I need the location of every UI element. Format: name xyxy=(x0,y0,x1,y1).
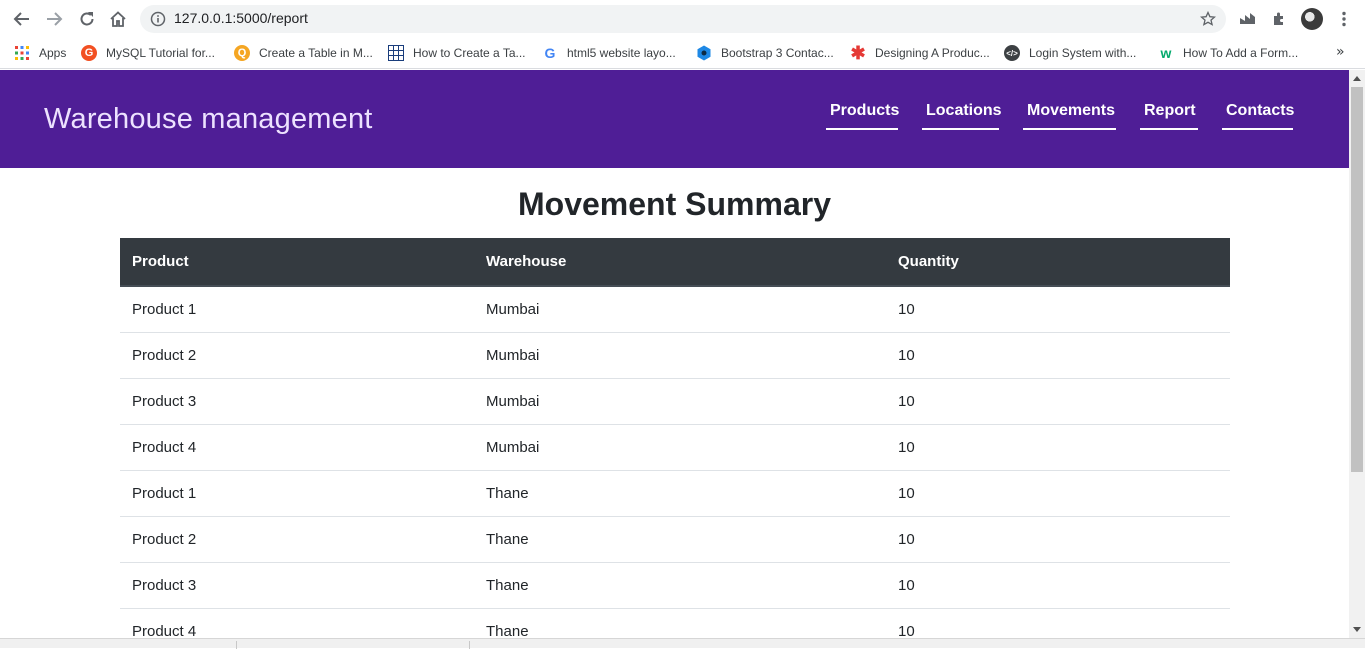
bookmark-bootstrap-contact[interactable]: Bootstrap 3 Contac... xyxy=(696,42,834,64)
cell-warehouse: Mumbai xyxy=(474,423,886,470)
cell-product: Product 1 xyxy=(120,469,474,516)
asterisk-icon: ✱ xyxy=(850,42,866,63)
nav-movements[interactable]: Movements xyxy=(1023,102,1116,130)
bookmark-label: How to Create a Ta... xyxy=(413,46,526,60)
site-brand[interactable]: Warehouse management xyxy=(44,103,373,136)
cell-quantity: 10 xyxy=(886,561,1230,608)
profile-avatar[interactable] xyxy=(1301,8,1323,30)
cell-quantity: 10 xyxy=(886,285,1230,332)
bookmark-html5-layout[interactable]: G html5 website layo... xyxy=(542,42,676,64)
bookmark-login-system[interactable]: </> Login System with... xyxy=(1004,42,1136,64)
cell-warehouse: Thane xyxy=(474,561,886,608)
code-brackets-icon: </> xyxy=(1004,45,1020,61)
scroll-down-arrow-icon[interactable] xyxy=(1353,627,1361,632)
cell-warehouse: Thane xyxy=(474,515,886,562)
bookmark-apps[interactable]: Apps xyxy=(14,42,66,64)
scroll-up-arrow-icon[interactable] xyxy=(1353,76,1361,81)
browser-toolbar: 127.0.0.1:5000/report xyxy=(0,0,1365,38)
site-header: Warehouse management Products Locations … xyxy=(0,70,1349,168)
bookmark-label: MySQL Tutorial for... xyxy=(106,46,215,60)
bootstrap-hex-icon xyxy=(696,45,712,61)
bookmark-label: Login System with... xyxy=(1029,46,1137,60)
table-row: Product 4 Mumbai 10 xyxy=(120,423,1230,470)
table-row: Product 1 Thane 10 xyxy=(120,469,1230,516)
bookmarks-bar: Apps G MySQL Tutorial for... Q Create a … xyxy=(0,38,1365,69)
bookmark-label: Create a Table in M... xyxy=(259,46,373,60)
cell-product: Product 4 xyxy=(120,607,474,638)
table-row: Product 4 Thane 10 xyxy=(120,607,1230,638)
cell-product: Product 3 xyxy=(120,377,474,424)
forward-arrow-icon[interactable] xyxy=(42,7,66,31)
bookmark-label: Apps xyxy=(39,46,67,60)
table-row: Product 2 Thane 10 xyxy=(120,515,1230,562)
bookmark-star-icon[interactable] xyxy=(1199,10,1217,27)
column-header-warehouse: Warehouse xyxy=(474,238,886,287)
cell-quantity: 10 xyxy=(886,423,1230,470)
table-row: Product 2 Mumbai 10 xyxy=(120,331,1230,378)
cell-warehouse: Thane xyxy=(474,469,886,516)
extension-chart-icon[interactable] xyxy=(1238,9,1258,29)
mysql-tutorial-icon: G xyxy=(81,45,97,61)
bookmark-mysql-tutorial[interactable]: G MySQL Tutorial for... xyxy=(81,42,215,64)
movement-summary-table: Product Warehouse Quantity Product 1 Mum… xyxy=(120,238,1230,638)
nav-report[interactable]: Report xyxy=(1140,102,1198,130)
vertical-scrollbar[interactable] xyxy=(1349,70,1365,638)
address-url[interactable]: 127.0.0.1:5000/report xyxy=(174,10,308,26)
cell-warehouse: Mumbai xyxy=(474,285,886,332)
address-bar[interactable]: 127.0.0.1:5000/report xyxy=(140,5,1226,33)
cell-quantity: 10 xyxy=(886,377,1230,424)
bookmark-add-form[interactable]: w How To Add a Form... xyxy=(1158,42,1299,64)
reload-icon[interactable] xyxy=(75,7,99,31)
bookmark-label: html5 website layo... xyxy=(567,46,676,60)
site-info-icon[interactable] xyxy=(150,11,166,27)
table-header-row: Product Warehouse Quantity xyxy=(120,238,1230,287)
window-bottom-strip xyxy=(0,638,1365,649)
cell-warehouse: Thane xyxy=(474,607,886,638)
cell-warehouse: Mumbai xyxy=(474,331,886,378)
bookmark-designing-product[interactable]: ✱ Designing A Produc... xyxy=(850,42,990,64)
cell-quantity: 10 xyxy=(886,607,1230,638)
apps-grid-icon xyxy=(14,45,30,61)
nav-locations[interactable]: Locations xyxy=(922,102,1002,130)
cell-quantity: 10 xyxy=(886,331,1230,378)
scrollbar-thumb[interactable] xyxy=(1351,87,1363,472)
google-icon: G xyxy=(544,45,556,61)
page-viewport: Warehouse management Products Locations … xyxy=(0,70,1349,638)
nav-contacts[interactable]: Contacts xyxy=(1222,102,1294,130)
home-icon[interactable] xyxy=(106,7,130,31)
column-header-product: Product xyxy=(120,238,474,287)
menu-kebab-icon[interactable] xyxy=(1334,9,1354,29)
bookmark-label: Bootstrap 3 Contac... xyxy=(721,46,834,60)
back-arrow-icon[interactable] xyxy=(10,7,34,31)
cell-product: Product 2 xyxy=(120,331,474,378)
nav-products[interactable]: Products xyxy=(826,102,899,130)
table-grid-icon xyxy=(388,45,404,61)
bookmark-how-to-create-table[interactable]: How to Create a Ta... xyxy=(388,42,526,64)
page-title: Movement Summary xyxy=(518,186,831,222)
w3schools-icon: w xyxy=(1160,45,1172,61)
cell-product: Product 4 xyxy=(120,423,474,470)
cell-quantity: 10 xyxy=(886,515,1230,562)
table-row: Product 3 Thane 10 xyxy=(120,561,1230,608)
search-q-icon: Q xyxy=(234,45,250,61)
cell-product: Product 3 xyxy=(120,561,474,608)
cell-product: Product 1 xyxy=(120,285,474,332)
table-row: Product 1 Mumbai 10 xyxy=(120,285,1230,332)
extensions-puzzle-icon[interactable] xyxy=(1269,9,1289,29)
bookmark-label: Designing A Produc... xyxy=(875,46,990,60)
cell-quantity: 10 xyxy=(886,469,1230,516)
bookmark-create-table[interactable]: Q Create a Table in M... xyxy=(234,42,373,64)
column-header-quantity: Quantity xyxy=(886,238,1230,287)
bookmarks-overflow-chevron-icon[interactable]: » xyxy=(1336,44,1345,60)
table-row: Product 3 Mumbai 10 xyxy=(120,377,1230,424)
cell-product: Product 2 xyxy=(120,515,474,562)
bookmark-label: How To Add a Form... xyxy=(1183,46,1299,60)
cell-warehouse: Mumbai xyxy=(474,377,886,424)
